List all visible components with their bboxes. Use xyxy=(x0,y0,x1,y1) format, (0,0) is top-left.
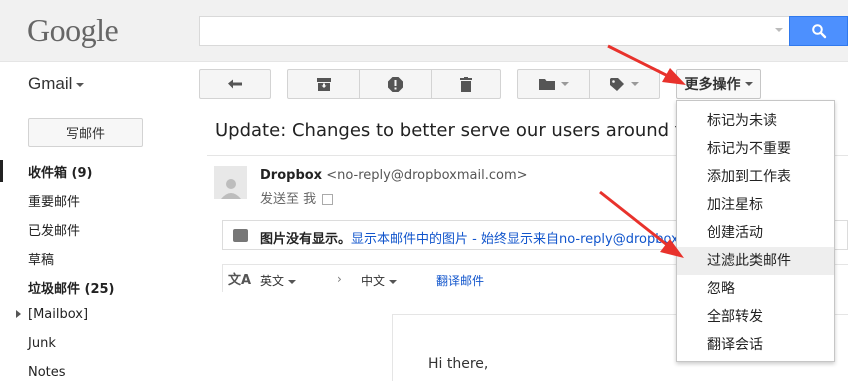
chevron-down-icon xyxy=(560,82,569,86)
archive-icon xyxy=(316,77,331,91)
chevron-down-icon xyxy=(744,82,753,86)
compose-button[interactable]: 写邮件 xyxy=(28,118,143,147)
images-not-shown-text: 图片没有显示。 xyxy=(260,232,352,247)
menu-item-forward-all[interactable]: 全部转发 xyxy=(677,303,834,331)
sidebar-item-spam[interactable]: 垃圾邮件 (25) xyxy=(28,278,115,297)
image-icon xyxy=(233,229,248,242)
trash-icon xyxy=(460,76,472,92)
chevron-down-icon xyxy=(389,279,398,284)
back-button[interactable] xyxy=(199,69,271,99)
top-bar: Google xyxy=(0,0,848,62)
more-actions-button[interactable]: 更多操作 xyxy=(676,69,761,99)
menu-item-add-to-tasks[interactable]: 添加到工作表 xyxy=(677,163,834,191)
recipient-line: 发送至 我 xyxy=(260,188,334,207)
show-details-icon[interactable] xyxy=(322,194,334,205)
sidebar-item-inbox[interactable]: 收件箱 (9) xyxy=(28,162,92,181)
translate-message-link[interactable]: 翻译邮件 xyxy=(436,272,484,289)
back-arrow-icon xyxy=(228,79,242,89)
sidebar-item-mailbox[interactable]: [Mailbox] xyxy=(28,307,88,322)
more-actions-menu: 标记为未读 标记为不重要 添加到工作表 加注星标 创建活动 过滤此类邮件 忽略 … xyxy=(676,100,835,362)
source-language: 英文 xyxy=(260,274,285,288)
sent-to-label: 发送至 我 xyxy=(260,192,317,207)
sender-name[interactable]: Dropbox xyxy=(260,168,322,183)
person-icon xyxy=(220,179,241,199)
sidebar-item-notes[interactable]: Notes xyxy=(28,365,66,380)
report-spam-icon xyxy=(388,76,403,92)
menu-item-mark-not-important[interactable]: 标记为不重要 xyxy=(677,135,834,163)
chevron-down-icon xyxy=(631,82,639,86)
sidebar-item-junk[interactable]: Junk xyxy=(28,336,56,351)
labels-button[interactable] xyxy=(589,69,660,99)
sidebar-item-sent[interactable]: 已发邮件 xyxy=(28,220,80,239)
sender-email: <no-reply@dropboxmail.com> xyxy=(326,168,528,183)
menu-item-add-star[interactable]: 加注星标 xyxy=(677,191,834,219)
translate-icon: 文A xyxy=(228,273,252,288)
menu-item-translate-conversation[interactable]: 翻译会话 xyxy=(677,331,834,359)
show-images-link[interactable]: 显示本邮件中的图片 xyxy=(351,232,468,247)
delete-button[interactable] xyxy=(431,69,501,99)
menu-item-create-event[interactable]: 创建活动 xyxy=(677,219,834,247)
search-box[interactable] xyxy=(199,16,789,46)
search-input[interactable] xyxy=(200,17,770,45)
target-language: 中文 xyxy=(361,274,386,288)
chevron-down-icon xyxy=(76,82,85,87)
sidebar-item-drafts[interactable]: 草稿 xyxy=(28,249,54,268)
report-spam-button[interactable] xyxy=(359,69,432,99)
target-language-select[interactable]: 中文 xyxy=(361,272,398,289)
archive-button[interactable] xyxy=(287,69,360,99)
google-logo[interactable]: Google xyxy=(27,12,119,49)
gmail-menu[interactable]: Gmail xyxy=(28,74,85,94)
chevron-down-icon xyxy=(288,279,297,284)
sender-line: Dropbox <no-reply@dropboxmail.com> xyxy=(260,168,528,183)
selected-indicator xyxy=(0,160,3,182)
link-separator: - xyxy=(468,232,481,247)
move-to-button[interactable] xyxy=(517,69,590,99)
translate-arrow-icon: › xyxy=(337,272,342,286)
expand-triangle-icon[interactable] xyxy=(16,310,21,318)
search-icon xyxy=(811,24,826,39)
gmail-label: Gmail xyxy=(28,74,73,93)
source-language-select[interactable]: 英文 xyxy=(260,272,297,289)
menu-item-filter-messages[interactable]: 过滤此类邮件 xyxy=(677,247,834,275)
folder-icon xyxy=(538,79,555,90)
search-options-icon[interactable] xyxy=(775,28,783,32)
menu-item-mute[interactable]: 忽略 xyxy=(677,275,834,303)
email-greeting: Hi there, xyxy=(428,356,489,372)
label-tag-icon xyxy=(610,77,624,91)
menu-item-mark-unread[interactable]: 标记为未读 xyxy=(677,107,834,135)
search-button[interactable] xyxy=(789,16,848,46)
avatar[interactable] xyxy=(214,166,247,199)
sidebar-item-important[interactable]: 重要邮件 xyxy=(28,191,80,210)
more-actions-label: 更多操作 xyxy=(684,77,741,93)
